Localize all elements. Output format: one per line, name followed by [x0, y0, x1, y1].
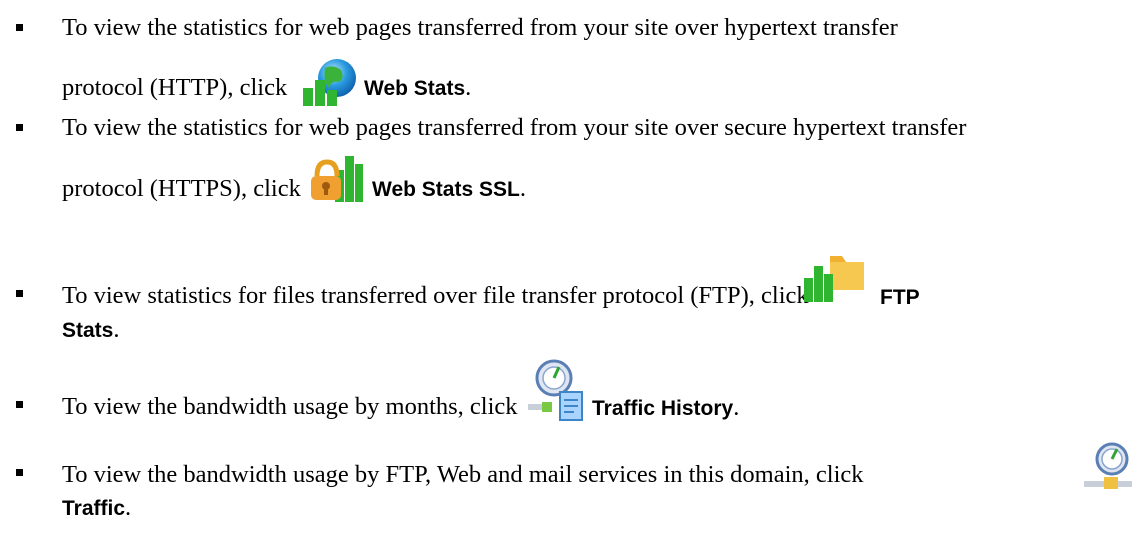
- item-traffic-history-text: To view the bandwidth usage by months, c…: [62, 393, 518, 420]
- bullet: [16, 401, 23, 408]
- bullet: [16, 469, 23, 476]
- item-web-stats-text-line2: protocol (HTTP), click: [62, 74, 288, 101]
- ftp-stats-link-line2[interactable]: Stats.: [62, 316, 119, 345]
- bullet: [16, 24, 23, 31]
- web-stats-ssl-link[interactable]: Web Stats SSL.: [372, 175, 526, 204]
- item-web-stats-text-line1: To view the statistics for web pages tra…: [62, 14, 898, 41]
- item-web-stats-ssl-text-line2: protocol (HTTPS), click: [62, 175, 301, 202]
- ftp-stats-link-line1[interactable]: FTP: [880, 283, 920, 312]
- traffic-history-icon[interactable]: [526, 358, 588, 422]
- traffic-link[interactable]: Traffic.: [62, 494, 131, 523]
- web-stats-link[interactable]: Web Stats.: [364, 74, 471, 103]
- web-stats-ssl-icon[interactable]: [307, 150, 363, 204]
- bullet: [16, 290, 23, 297]
- traffic-icon[interactable]: [1082, 441, 1134, 493]
- item-traffic-text: To view the bandwidth usage by FTP, Web …: [62, 461, 864, 488]
- ftp-stats-icon[interactable]: [802, 248, 866, 304]
- web-stats-icon[interactable]: [301, 58, 357, 108]
- item-web-stats-ssl-text-line1: To view the statistics for web pages tra…: [62, 114, 967, 141]
- traffic-history-link[interactable]: Traffic History.: [592, 394, 739, 423]
- item-ftp-stats-text: To view statistics for files transferred…: [62, 282, 809, 309]
- bullet: [16, 124, 23, 131]
